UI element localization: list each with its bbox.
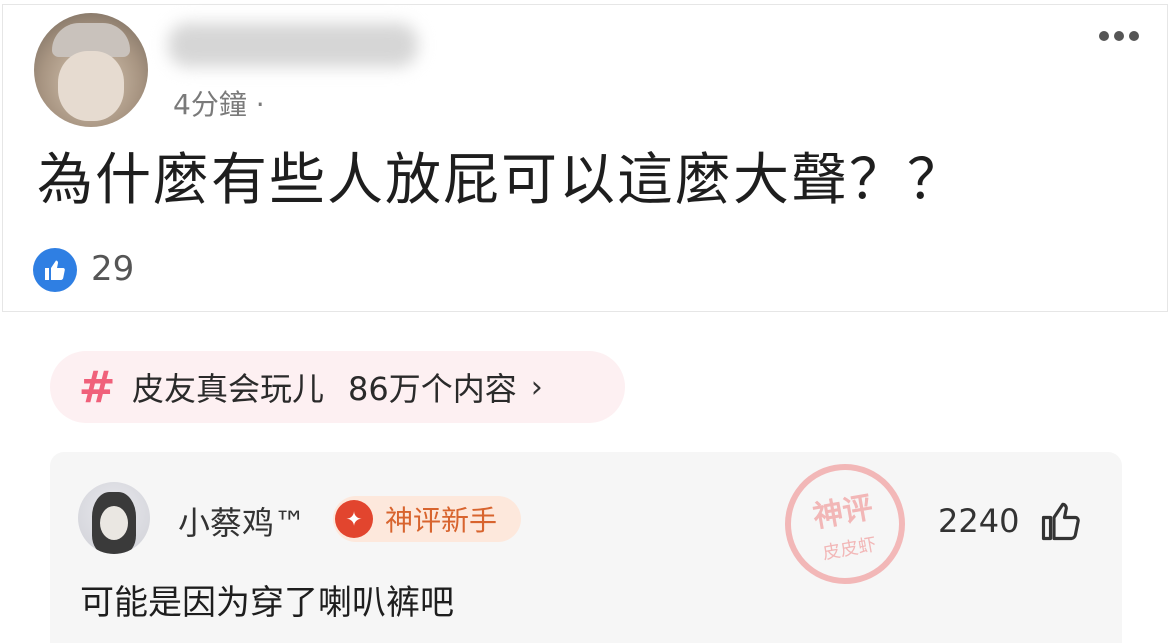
post-timestamp: 4分鐘 · xyxy=(173,88,265,121)
commenter-name[interactable]: 小蔡鸡™ xyxy=(178,498,306,544)
poster-avatar[interactable] xyxy=(34,13,148,127)
badge-label: 神评新手 xyxy=(385,504,498,537)
stamp-title: 神评 xyxy=(810,490,876,536)
like-count: 29 xyxy=(91,249,135,289)
topic-count: 86万个内容 xyxy=(348,370,517,408)
hashtag-icon: # xyxy=(78,361,116,413)
badge-shield-icon: ✦ xyxy=(335,500,373,538)
stamp-brand: 皮皮虾 xyxy=(821,534,878,565)
thumbs-up-icon[interactable] xyxy=(1040,500,1082,542)
topic-name: 皮友真会玩儿 xyxy=(132,370,325,408)
more-options-icon[interactable] xyxy=(1099,31,1139,41)
comment-box: 小蔡鸡™ ✦ 神评新手 神评 皮皮虾 2240 可能是因为穿了喇叭裤吧 xyxy=(50,452,1122,643)
vote-count: 2240 xyxy=(938,502,1020,540)
post-text: 為什麼有些人放屁可以這麼大聲？？ xyxy=(37,148,965,213)
chevron-right-icon: › xyxy=(530,369,543,405)
god-comment-stamp: 神评 皮皮虾 xyxy=(775,454,915,594)
post-card: 4分鐘 · 為什麼有些人放屁可以這麼大聲？？ 29 xyxy=(2,4,1168,312)
blurred-username xyxy=(168,23,418,67)
commenter-avatar[interactable] xyxy=(78,482,150,554)
user-badge: ✦ 神评新手 xyxy=(333,496,521,542)
like-icon[interactable] xyxy=(33,248,77,292)
topic-pill[interactable]: # 皮友真会玩儿 86万个内容 › xyxy=(50,351,625,423)
comment-text: 可能是因为穿了喇叭裤吧 xyxy=(80,583,454,623)
